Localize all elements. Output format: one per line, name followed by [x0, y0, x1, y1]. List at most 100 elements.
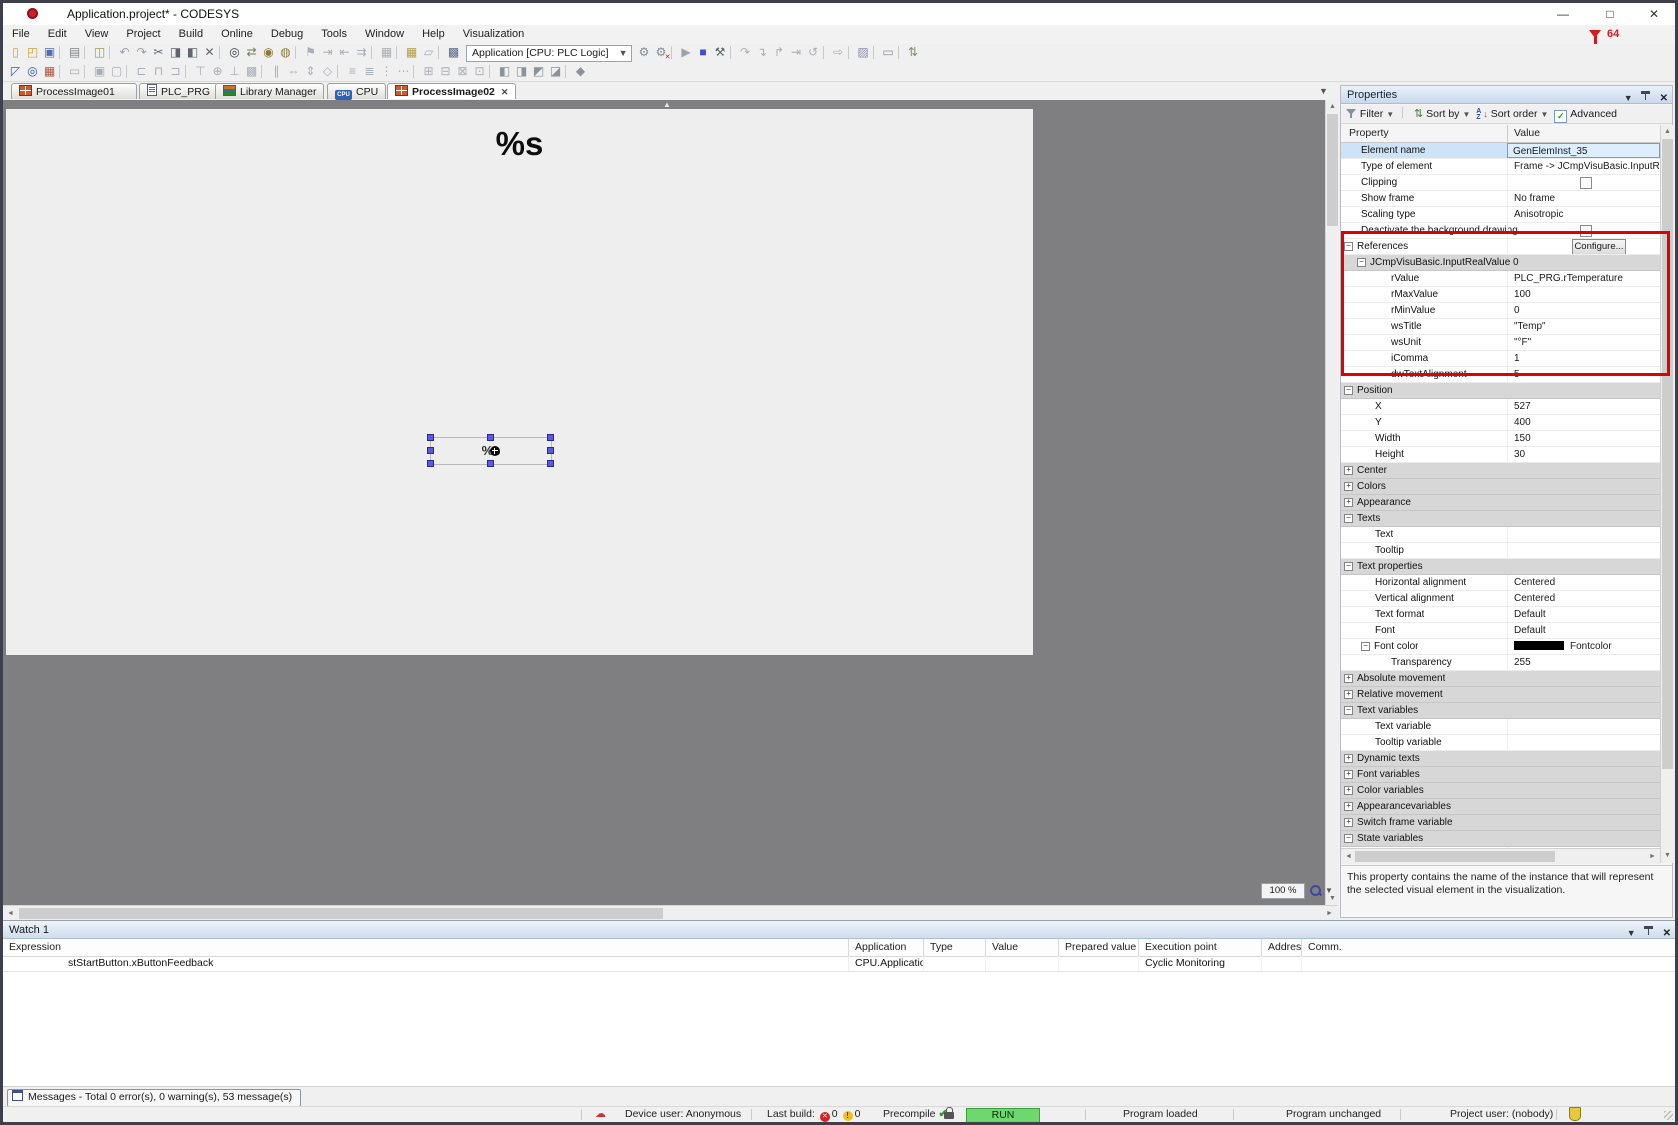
property-row[interactable]: Vertical alignmentCentered	[1341, 591, 1660, 607]
collapse-icon[interactable]: −	[1344, 706, 1353, 715]
next-bookmark-icon[interactable]: ⇥	[319, 44, 336, 61]
property-value[interactable]: Default	[1507, 607, 1660, 622]
property-value[interactable]	[1507, 815, 1660, 830]
snap-grid-icon[interactable]: ⊟	[437, 63, 454, 80]
resize-grip[interactable]	[1664, 1111, 1673, 1120]
grid-visible-icon[interactable]: ⊡	[471, 63, 488, 80]
property-value[interactable]: "°F"	[1507, 335, 1660, 350]
property-value[interactable]: Configure...	[1507, 239, 1660, 254]
resize-handle[interactable]	[547, 434, 554, 441]
properties-horizontal-scrollbar[interactable]: ◄ ►	[1341, 848, 1660, 864]
property-row[interactable]: +Center	[1341, 463, 1660, 479]
align-middle-icon[interactable]: ⊕	[209, 63, 226, 80]
property-value[interactable]	[1507, 751, 1660, 766]
property-row[interactable]: Text formatDefault	[1341, 607, 1660, 623]
menu-window[interactable]: Window	[356, 25, 413, 43]
collapse-icon[interactable]: −	[1344, 386, 1353, 395]
menu-debug[interactable]: Debug	[262, 25, 312, 43]
open-project-icon[interactable]: ◰	[24, 44, 41, 61]
property-row[interactable]: −Text properties	[1341, 559, 1660, 575]
sort-order-button[interactable]: Sort order	[1491, 108, 1538, 120]
build-icon[interactable]: ▦	[378, 44, 395, 61]
property-value[interactable]: "Temp"	[1507, 319, 1660, 334]
property-row[interactable]: iComma1	[1341, 351, 1660, 367]
tab-processimage01[interactable]: ProcessImage01	[11, 83, 137, 99]
property-value[interactable]: Anisotropic	[1507, 207, 1660, 222]
expand-icon[interactable]: +	[1344, 754, 1353, 763]
property-value[interactable]	[1507, 479, 1660, 494]
property-row[interactable]: Text variable	[1341, 719, 1660, 735]
menu-visualization[interactable]: Visualization	[454, 25, 534, 43]
expand-icon[interactable]: +	[1344, 818, 1353, 827]
properties-vertical-scrollbar[interactable]: ▲ ▼	[1660, 125, 1674, 863]
visu-pointer-icon[interactable]: ◸	[7, 63, 24, 80]
tab-processimage02[interactable]: ProcessImage02✕	[387, 83, 516, 99]
size-to-grid-icon[interactable]: ⊞	[420, 63, 437, 80]
property-value[interactable]	[1507, 495, 1660, 510]
panel-close-icon[interactable]: ✕	[1663, 928, 1671, 939]
property-value[interactable]: PLC_PRG.rTemperature	[1507, 271, 1660, 286]
visualization-editor[interactable]: ▲ %s %s ▲ ▼ 100 % ▼	[3, 100, 1338, 905]
property-row[interactable]: −State variables	[1341, 831, 1660, 847]
property-value[interactable]	[1507, 687, 1660, 702]
property-value[interactable]: Centered	[1507, 591, 1660, 606]
property-value[interactable]	[1507, 799, 1660, 814]
property-row[interactable]: Width150	[1341, 431, 1660, 447]
find-all-icon[interactable]: ◍	[277, 44, 294, 61]
maximize-button[interactable]: □	[1593, 5, 1627, 23]
scroll-up-icon[interactable]: ▲	[1661, 125, 1674, 138]
property-value[interactable]	[1507, 767, 1660, 782]
property-row[interactable]: −Text variables	[1341, 703, 1660, 719]
property-value[interactable]: Centered	[1507, 575, 1660, 590]
property-value[interactable]	[1507, 719, 1660, 734]
distribute-horizontal-icon[interactable]: ∥	[268, 63, 285, 80]
property-value[interactable]	[1507, 543, 1660, 558]
property-row[interactable]: −Font colorFontcolor	[1341, 639, 1660, 655]
menu-online[interactable]: Online	[212, 25, 262, 43]
property-value[interactable]	[1507, 559, 1660, 574]
property-row[interactable]: −Texts	[1341, 511, 1660, 527]
messages-tab[interactable]: Messages - Total 0 error(s), 0 warning(s…	[7, 1089, 301, 1107]
scroll-left-icon[interactable]: ◄	[1342, 850, 1355, 863]
menu-view[interactable]: View	[76, 25, 118, 43]
copy-project-icon[interactable]: ◫	[91, 44, 108, 61]
last-build-status[interactable]: Last build: ✕0 !0	[767, 1107, 860, 1122]
make-same-height-icon[interactable]: ⇕	[302, 63, 319, 80]
property-value[interactable]: 527	[1507, 399, 1660, 414]
step-out-icon[interactable]: ↱	[771, 44, 788, 61]
step-over-icon[interactable]: ↷	[737, 44, 754, 61]
find-icon[interactable]: ◎	[226, 44, 243, 61]
new-object-icon[interactable]: ▱	[420, 44, 437, 61]
property-row[interactable]: dwTextAlignment5	[1341, 367, 1660, 383]
property-row[interactable]: +Font variables	[1341, 767, 1660, 783]
expand-icon[interactable]: +	[1344, 466, 1353, 475]
magnifier-icon[interactable]	[1309, 884, 1322, 897]
property-value[interactable]	[1507, 671, 1660, 686]
property-row[interactable]: −ReferencesConfigure...	[1341, 239, 1660, 255]
menu-project[interactable]: Project	[117, 25, 169, 43]
property-row[interactable]: Transparency255	[1341, 655, 1660, 671]
precompile-messages-funnel-icon[interactable]	[1589, 30, 1601, 38]
property-value[interactable]	[1507, 511, 1660, 526]
visualization-page[interactable]: %s %s	[6, 109, 1033, 655]
scroll-left-icon[interactable]: ◄	[4, 907, 17, 920]
property-row[interactable]: +Appearance	[1341, 495, 1660, 511]
property-value[interactable]: Default	[1507, 623, 1660, 638]
watch-column-preparedvalue[interactable]: Prepared value	[1058, 939, 1138, 956]
property-row[interactable]: wsUnit"°F"	[1341, 335, 1660, 351]
group-icon[interactable]: ▣	[91, 63, 108, 80]
align-bottom-icon[interactable]: ⊥	[226, 63, 243, 80]
panel-close-icon[interactable]: ✕	[1660, 93, 1668, 104]
property-row[interactable]: +Absolute movement	[1341, 671, 1660, 687]
watch-column-value[interactable]: Value	[985, 939, 1058, 956]
property-row[interactable]: X527	[1341, 399, 1660, 415]
editor-horizontal-scrollbar[interactable]: ◄ ►	[3, 905, 1338, 921]
insert-table-icon[interactable]: ▦	[403, 44, 420, 61]
expand-icon[interactable]: +	[1344, 690, 1353, 699]
menu-build[interactable]: Build	[170, 25, 212, 43]
print-icon[interactable]: ▤	[66, 44, 83, 61]
property-value[interactable]	[1507, 703, 1660, 718]
chevron-down-icon[interactable]: ▼	[609, 46, 628, 60]
align-center-icon[interactable]: ⊓	[150, 63, 167, 80]
align-right-icon[interactable]: ⊐	[167, 63, 184, 80]
